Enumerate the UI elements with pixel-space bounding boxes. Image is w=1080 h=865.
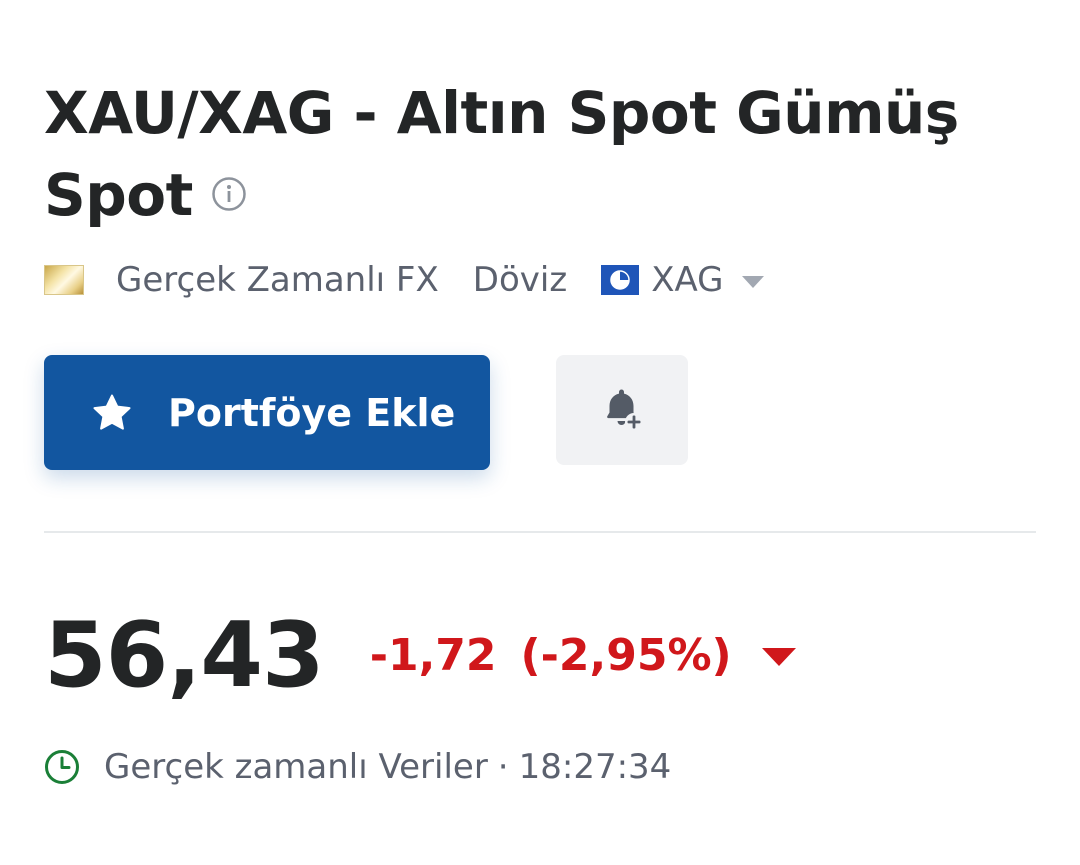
last-update-time: 18:27:34 — [518, 747, 672, 787]
last-price: 56,43 — [44, 602, 325, 708]
price-change-percent: (-2,95%) — [520, 629, 732, 681]
add-to-portfolio-button[interactable]: Portföye Ekle — [44, 355, 490, 470]
price-change: -1,72 — [369, 629, 497, 681]
instrument-header: XAU/XAG - Altın Spot Gümüş Spot Gerçek Z… — [0, 0, 1080, 865]
down-triangle-icon — [761, 648, 796, 666]
gold-flag-icon — [44, 265, 84, 295]
title-text: XAU/XAG - Altın Spot Gümüş Spot — [44, 79, 959, 229]
info-icon[interactable] — [211, 176, 247, 212]
currency-label[interactable]: XAG — [651, 260, 723, 300]
currency-flag-icon — [601, 265, 640, 295]
add-alert-button[interactable] — [556, 355, 688, 465]
data-status: Gerçek zamanlı Veriler · 18:27:34 — [44, 745, 671, 789]
page-title: XAU/XAG - Altın Spot Gümüş Spot — [44, 72, 1004, 236]
star-icon — [93, 394, 131, 430]
quote-row: 56,43 -1,72 (-2,95%) — [44, 600, 796, 710]
section-divider — [44, 531, 1036, 533]
add-to-portfolio-label: Portföye Ekle — [168, 390, 456, 435]
status-separator: · — [497, 747, 509, 787]
realtime-label: Gerçek zamanlı Veriler — [104, 747, 488, 787]
instrument-type: Döviz — [472, 260, 568, 300]
chevron-down-icon[interactable] — [741, 276, 764, 288]
exchange-label: Gerçek Zamanlı FX — [116, 260, 439, 300]
clock-icon — [45, 750, 79, 784]
instrument-meta: Gerçek Zamanlı FX Döviz XAG — [44, 256, 764, 304]
bell-plus-icon — [607, 389, 643, 431]
